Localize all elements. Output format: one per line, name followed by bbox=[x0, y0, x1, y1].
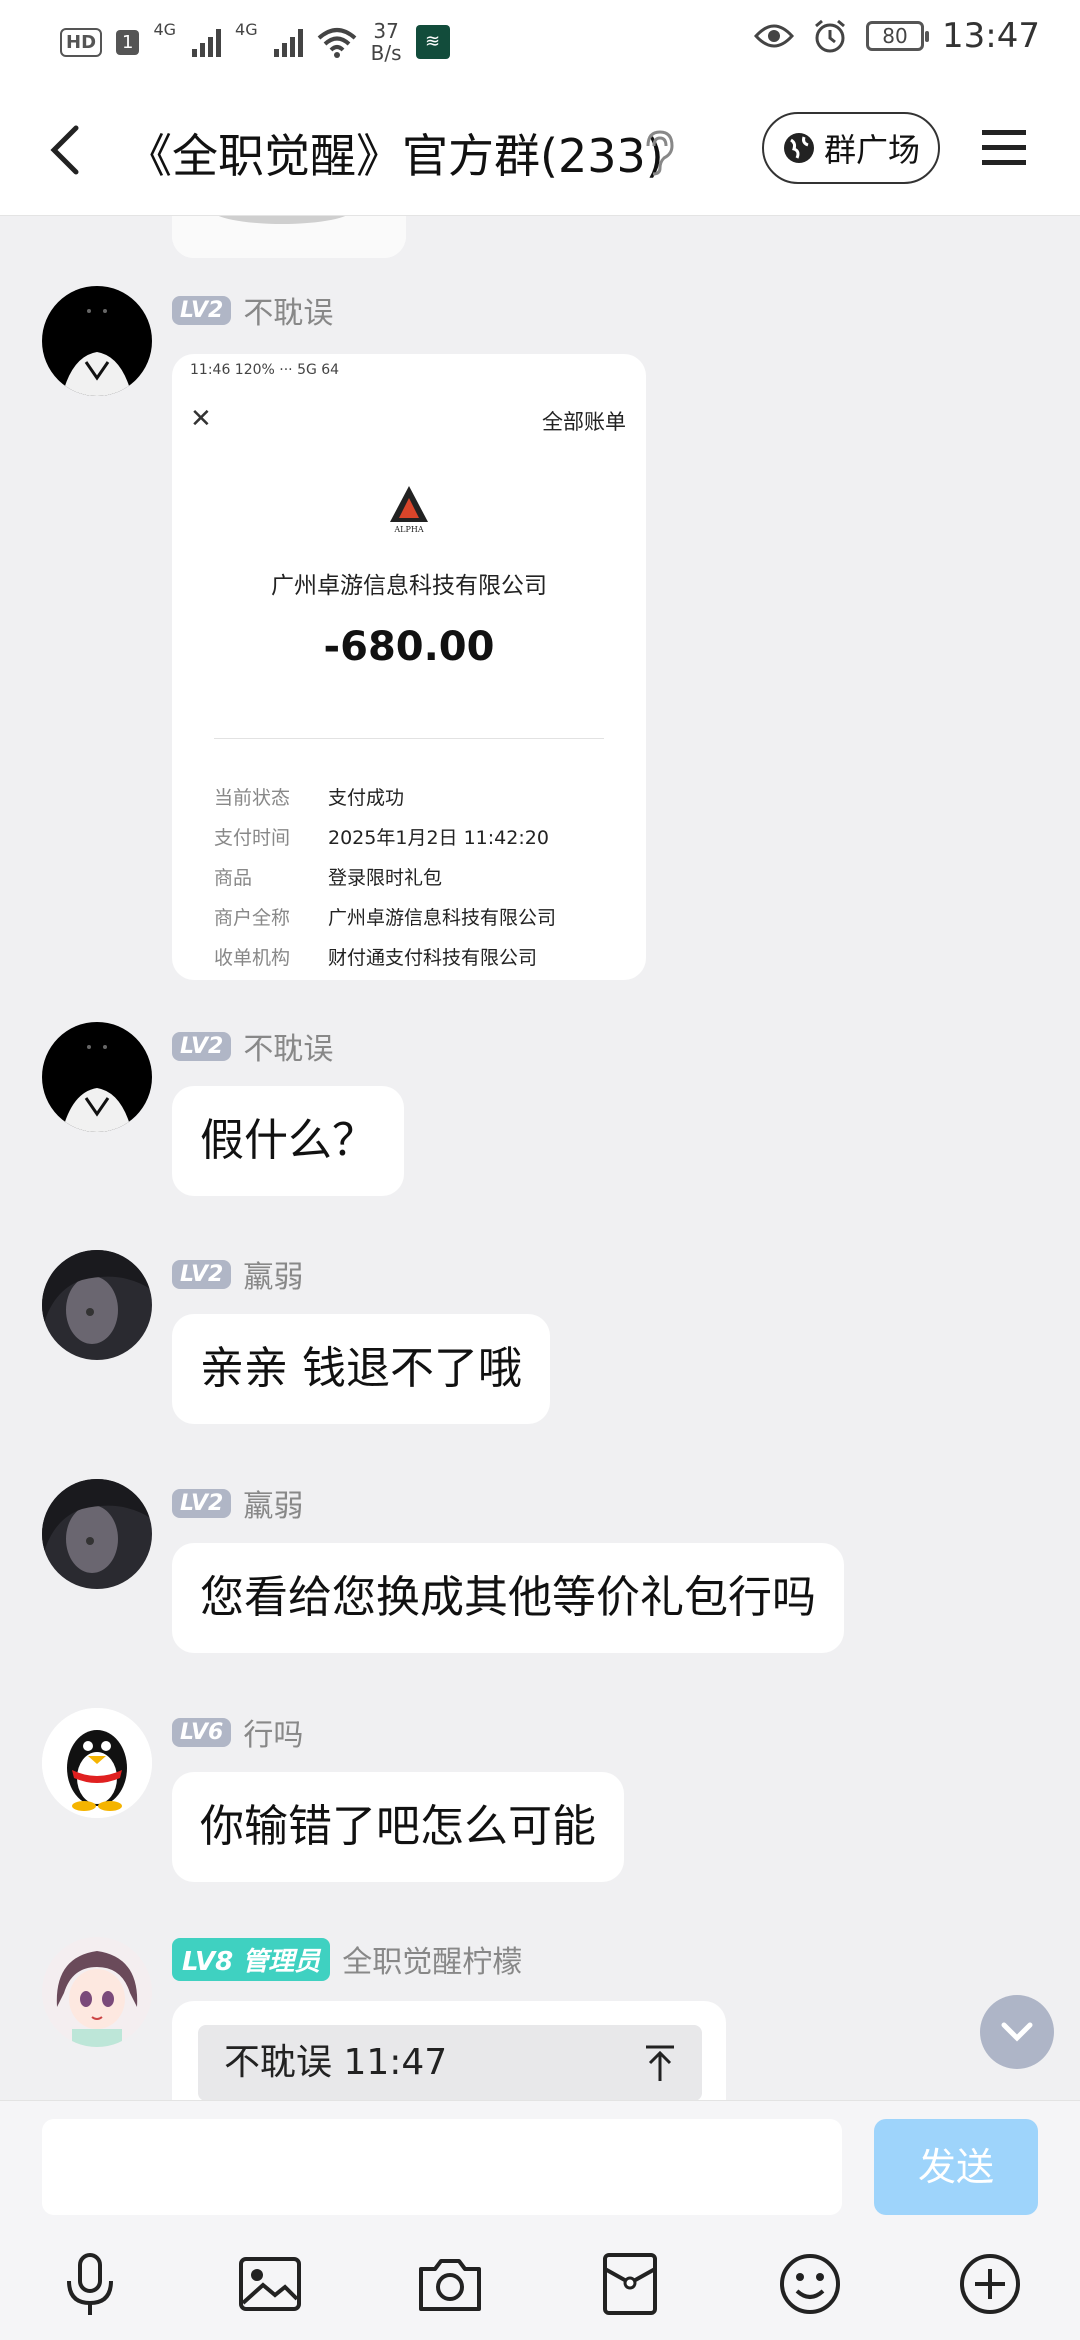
level-badge: LV2 bbox=[172, 295, 232, 325]
quoted-message-header: 不耽误 11:47 bbox=[224, 2042, 448, 2083]
sender-meta: LV2 不耽误 bbox=[172, 288, 333, 332]
receipt-row: 收单机构 财付通支付科技有限公司 bbox=[214, 947, 538, 969]
close-icon: ✕ bbox=[190, 404, 212, 434]
avatar[interactable] bbox=[42, 1022, 152, 1132]
text-bubble[interactable]: 你输错了吧怎么可能 bbox=[172, 1772, 624, 1882]
message-input[interactable] bbox=[42, 2119, 842, 2215]
eye-icon bbox=[754, 24, 795, 48]
sender-name[interactable]: 羸弱 bbox=[243, 1252, 303, 1296]
group-plaza-button[interactable]: 群广场 bbox=[762, 112, 940, 184]
svg-text:ALPHA: ALPHA bbox=[393, 525, 423, 534]
avatar[interactable] bbox=[42, 1708, 152, 1818]
input-toolbar bbox=[0, 2249, 1080, 2329]
receipt-all-bills: 全部账单 bbox=[542, 410, 626, 434]
sender-meta: LV8 管理员 全职觉醒柠檬 bbox=[172, 1937, 522, 1981]
divider bbox=[214, 738, 604, 739]
chevron-down-icon bbox=[1001, 2022, 1033, 2067]
level-badge: LV8 管理员 bbox=[172, 1937, 331, 1981]
receipt-row: 支付时间 2025年1月2日 11:42:20 bbox=[214, 827, 549, 849]
image-icon[interactable] bbox=[235, 2249, 305, 2319]
text-bubble[interactable]: 亲亲 钱退不了哦 bbox=[172, 1314, 550, 1424]
quoted-message[interactable]: 不耽误 11:47 bbox=[198, 2025, 702, 2100]
menu-icon bbox=[982, 130, 1026, 165]
sender-meta: LV2 不耽误 bbox=[172, 1024, 333, 1068]
avatar[interactable] bbox=[42, 1479, 152, 1589]
image-message-receipt[interactable]: 11:46 120% ··· 5G 64 ✕ 全部账单 ALPHA 广州卓游信息… bbox=[172, 354, 646, 980]
sender-meta: LV2 羸弱 bbox=[172, 1252, 303, 1296]
receipt-row: 商品 登录限时礼包 bbox=[214, 867, 443, 889]
reply-bubble[interactable]: 不耽误 11:47 bbox=[172, 2001, 726, 2100]
receipt-row: 当前状态 支付成功 bbox=[214, 787, 405, 809]
sender-name[interactable]: 羸弱 bbox=[243, 1481, 303, 1525]
chat-header: 《全职觉醒》官方群(233) 群广场 bbox=[0, 84, 1080, 216]
sender-name[interactable]: 行吗 bbox=[243, 1710, 303, 1754]
red-packet-icon[interactable] bbox=[595, 2249, 665, 2319]
emoji-icon[interactable] bbox=[775, 2249, 845, 2319]
avatar[interactable] bbox=[42, 1250, 152, 1360]
text-bubble[interactable]: 假什么？ bbox=[172, 1086, 404, 1196]
clock: 13:47 bbox=[942, 16, 1040, 56]
sim-badge: 1 bbox=[116, 29, 140, 55]
receipt-amount: -680.00 bbox=[323, 624, 495, 670]
battery-indicator: 80 bbox=[866, 21, 930, 51]
avatar[interactable] bbox=[42, 286, 152, 396]
signal-icon bbox=[192, 27, 222, 57]
sender-name[interactable]: 不耽误 bbox=[243, 288, 333, 332]
message-list[interactable]: LV2 不耽误 11:46 120% ··· 5G 64 ✕ 全部账单 ALPH… bbox=[0, 216, 1080, 2100]
group-title[interactable]: 《全职觉醒》官方群(233) bbox=[126, 120, 664, 186]
avatar[interactable] bbox=[42, 1937, 152, 2047]
alarm-icon bbox=[815, 19, 845, 53]
sender-meta: LV2 羸弱 bbox=[172, 1481, 303, 1525]
mic-icon[interactable] bbox=[55, 2249, 125, 2319]
status-bar: HD 1 4G 4G 37 B/s ≋ 80 13:47 bbox=[0, 0, 1080, 84]
menu-button[interactable] bbox=[980, 124, 1028, 172]
camera-icon[interactable] bbox=[415, 2249, 485, 2319]
previous-image-message[interactable] bbox=[172, 216, 406, 258]
receipt-row: 商户全称 广州卓游信息科技有限公司 bbox=[214, 907, 557, 929]
admin-role-badge: 管理员 bbox=[242, 1946, 321, 1977]
globe-icon bbox=[783, 133, 814, 163]
signal-icon bbox=[273, 27, 303, 57]
input-bar: 发送 bbox=[0, 2100, 1080, 2340]
receipt-status-bar: 11:46 120% ··· 5G 64 bbox=[190, 362, 340, 378]
network-type-2: 4G bbox=[235, 20, 258, 39]
scroll-to-bottom-button[interactable] bbox=[980, 1995, 1054, 2069]
back-button[interactable] bbox=[36, 118, 96, 182]
app-notification-icon: ≋ bbox=[415, 25, 450, 59]
jump-to-quote-icon[interactable] bbox=[642, 2043, 678, 2083]
sender-meta: LV6 行吗 bbox=[172, 1710, 303, 1754]
wifi-icon bbox=[317, 28, 356, 58]
text-bubble[interactable]: 您看给您换成其他等价礼包行吗 bbox=[172, 1543, 844, 1653]
level-badge: LV6 bbox=[172, 1717, 232, 1747]
net-speed: 37 B/s bbox=[370, 19, 402, 65]
plus-icon[interactable] bbox=[955, 2249, 1025, 2319]
receipt-company: 广州卓游信息科技有限公司 bbox=[271, 573, 547, 599]
sender-name[interactable]: 全职觉醒柠檬 bbox=[342, 1937, 522, 1981]
level-badge: LV2 bbox=[172, 1031, 232, 1061]
network-type-1: 4G bbox=[153, 20, 177, 39]
level-badge: LV2 bbox=[172, 1488, 232, 1518]
sender-name[interactable]: 不耽误 bbox=[243, 1024, 333, 1068]
ear-icon[interactable] bbox=[640, 128, 676, 176]
group-plaza-label: 群广场 bbox=[823, 131, 920, 169]
receipt-details: 当前状态 支付成功 支付时间 2025年1月2日 11:42:20 商品 登录限时礼包… bbox=[214, 778, 556, 978]
level-badge: LV2 bbox=[172, 1259, 232, 1289]
send-button[interactable]: 发送 bbox=[874, 2119, 1038, 2215]
back-icon bbox=[50, 125, 79, 175]
merchant-logo: ALPHA bbox=[390, 486, 428, 534]
hd-badge: HD bbox=[60, 27, 103, 57]
